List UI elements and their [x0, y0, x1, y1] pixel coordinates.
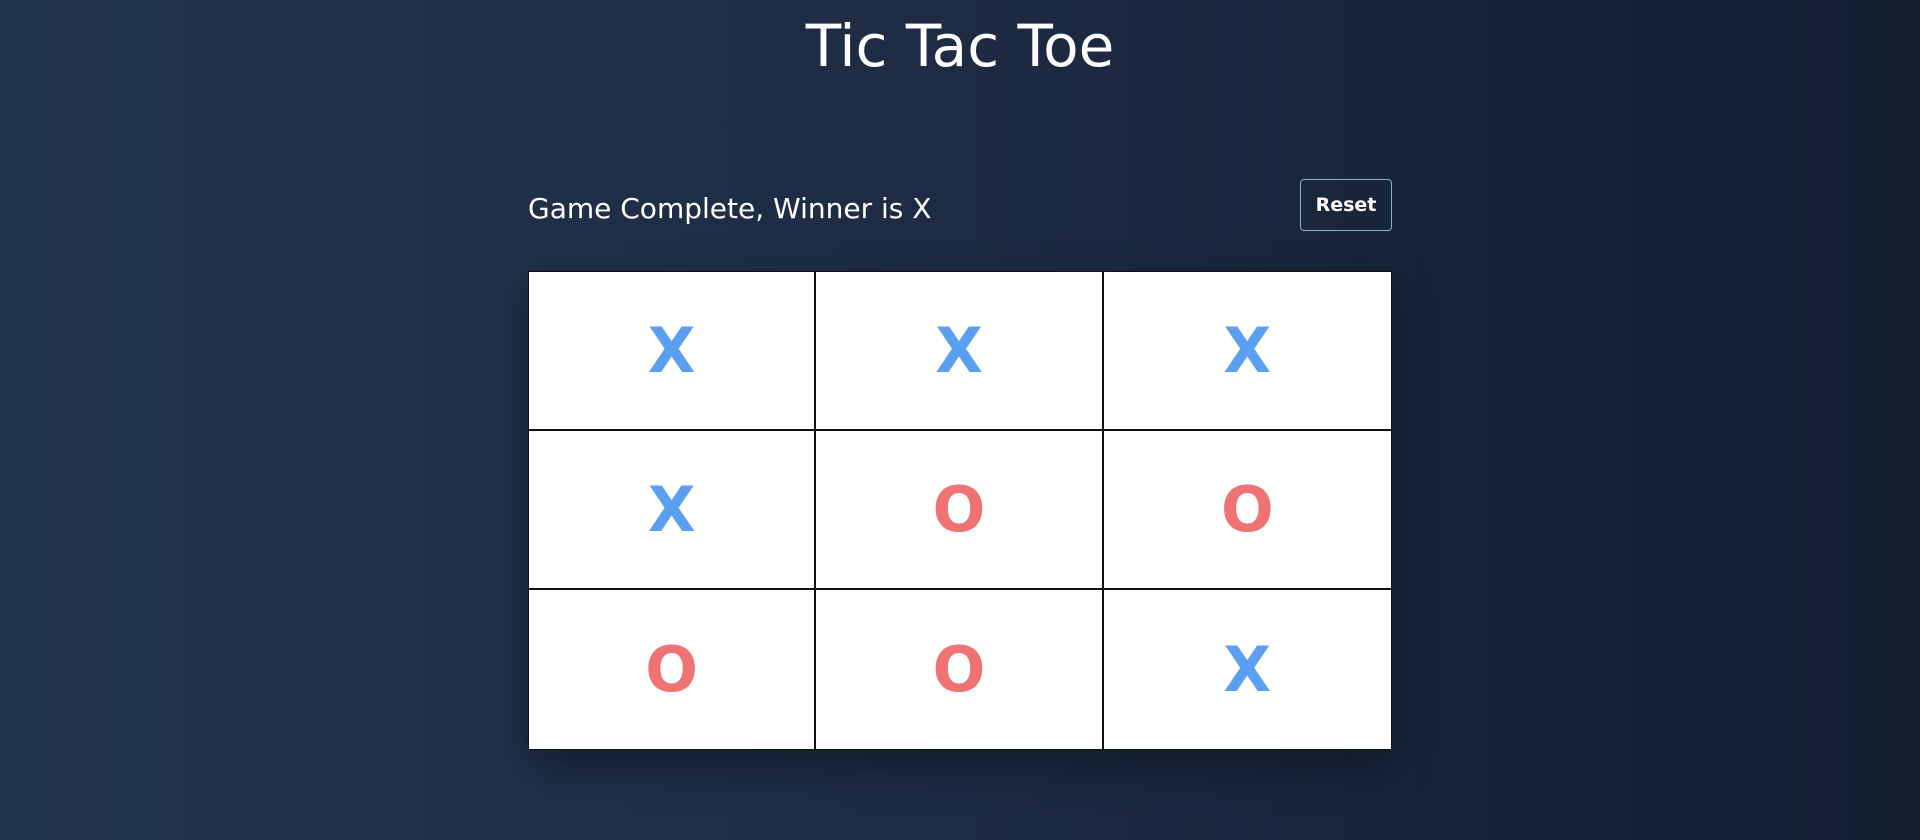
cell-mark: X: [935, 313, 983, 387]
board-cell-1-2[interactable]: O: [1103, 431, 1391, 590]
cell-mark: X: [647, 313, 696, 387]
board-cell-2-0[interactable]: O: [529, 590, 817, 749]
board-cell-2-1[interactable]: O: [816, 590, 1104, 749]
reset-button[interactable]: Reset: [1300, 179, 1392, 231]
board-cell-1-1[interactable]: O: [816, 431, 1104, 590]
board-cell-2-2[interactable]: X: [1103, 590, 1391, 749]
cell-mark: O: [645, 632, 699, 706]
cell-mark: O: [932, 632, 986, 706]
cell-mark: O: [1220, 472, 1274, 546]
cell-mark: X: [1223, 632, 1272, 706]
game-container: Game Complete, Winner is X Reset X X X X…: [528, 179, 1392, 750]
game-status: Game Complete, Winner is X: [528, 192, 932, 225]
status-row: Game Complete, Winner is X Reset: [528, 179, 1392, 231]
board-cell-1-0[interactable]: X: [529, 431, 817, 590]
cell-mark: O: [932, 472, 986, 546]
cell-mark: X: [1223, 313, 1272, 387]
game-board: X X X X O O O O X: [528, 271, 1392, 750]
cell-mark: X: [647, 472, 696, 546]
board-cell-0-2[interactable]: X: [1103, 272, 1391, 431]
board-cell-0-1[interactable]: X: [816, 272, 1104, 431]
page-title: Tic Tac Toe: [805, 12, 1115, 80]
board-cell-0-0[interactable]: X: [529, 272, 817, 431]
